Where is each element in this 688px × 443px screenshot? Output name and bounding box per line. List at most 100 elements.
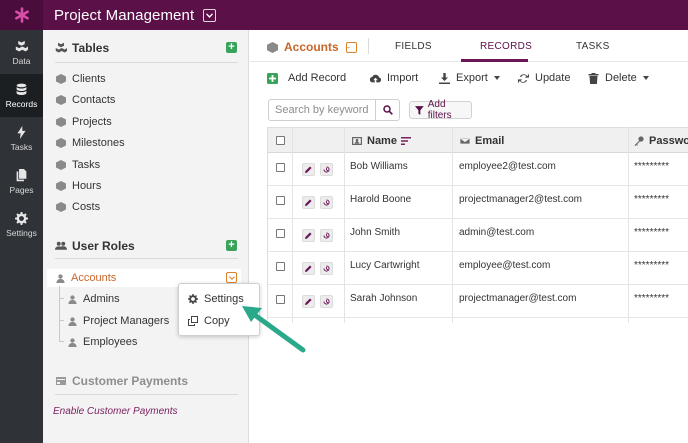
- cell-email: projectmanager2@test.com: [459, 194, 582, 205]
- edit-button[interactable]: [302, 229, 315, 242]
- history-button[interactable]: [320, 295, 333, 308]
- tab-records[interactable]: RECORDS: [480, 41, 532, 52]
- tree-line: [59, 286, 60, 342]
- history-button[interactable]: [320, 262, 333, 275]
- asterisk-icon[interactable]: [0, 0, 43, 30]
- history-button[interactable]: [320, 196, 333, 209]
- gear-icon: [188, 294, 198, 304]
- column-header-name[interactable]: Name: [352, 135, 416, 147]
- enable-customer-payments-link[interactable]: Enable Customer Payments: [53, 406, 178, 417]
- user-icon: [68, 316, 77, 326]
- role-item-accounts[interactable]: Accounts: [56, 272, 116, 284]
- cell-password: *********: [634, 260, 670, 271]
- row-checkbox[interactable]: [276, 163, 285, 172]
- cell-name: Lucy Cartwright: [350, 260, 420, 271]
- column-header-email[interactable]: Email: [460, 135, 504, 147]
- table-row[interactable]: Lucy Cartwright employee@test.com ******…: [268, 252, 688, 285]
- gear-icon: [15, 211, 28, 225]
- history-button[interactable]: [320, 229, 333, 242]
- sort-icon: [400, 137, 411, 145]
- key-icon: [634, 136, 644, 146]
- app-header: Project Management: [43, 0, 688, 30]
- row-checkbox[interactable]: [276, 229, 285, 238]
- divider: [55, 258, 238, 259]
- bolt-icon: [17, 125, 26, 139]
- role-item-project-managers[interactable]: Project Managers: [68, 315, 169, 327]
- divider: [55, 394, 238, 395]
- user-icon: [68, 294, 77, 304]
- tab-tasks[interactable]: TASKS: [576, 41, 610, 52]
- table-item-projects[interactable]: Projects: [56, 116, 112, 128]
- delete-button[interactable]: Delete: [588, 72, 649, 84]
- cube-icon: [56, 95, 66, 105]
- export-button[interactable]: Export: [439, 72, 500, 84]
- role-item-employees[interactable]: Employees: [68, 336, 137, 348]
- pencil-icon: [305, 199, 312, 206]
- tree-line: [59, 298, 64, 299]
- table-item-costs[interactable]: Costs: [56, 201, 100, 213]
- role-item-admins[interactable]: Admins: [68, 293, 120, 305]
- customer-payments-header: Customer Payments: [55, 374, 188, 388]
- search-button[interactable]: [375, 99, 400, 121]
- add-user-role-button[interactable]: +: [226, 240, 237, 251]
- update-button[interactable]: Update: [518, 72, 570, 84]
- table-row[interactable]: Sarah Johnson projectmanager@test.com **…: [268, 285, 688, 318]
- role-dropdown-button[interactable]: [226, 272, 237, 283]
- table-item-tasks[interactable]: Tasks: [56, 159, 100, 171]
- add-filters-button[interactable]: Add filters: [409, 99, 472, 121]
- row-checkbox[interactable]: [276, 262, 285, 271]
- table-item-milestones[interactable]: Milestones: [56, 137, 125, 149]
- menu-item-copy[interactable]: Copy: [188, 315, 230, 327]
- copy-icon: [188, 316, 198, 326]
- sidebar: Tables + Clients Contacts Projects Miles…: [43, 30, 249, 443]
- history-button[interactable]: [320, 163, 333, 176]
- rail-item-pages[interactable]: Pages: [0, 160, 43, 203]
- rail-item-settings[interactable]: Settings: [0, 203, 43, 246]
- table-row[interactable]: John Smith admin@test.com *********: [268, 219, 688, 252]
- table-row[interactable]: Harold Boone projectmanager2@test.com **…: [268, 186, 688, 219]
- edit-button[interactable]: [302, 196, 315, 209]
- table-row[interactable]: Bob Williams employee2@test.com ********…: [268, 153, 688, 186]
- edit-button[interactable]: [302, 163, 315, 176]
- search-icon: [382, 105, 393, 115]
- cell-name: Harold Boone: [350, 194, 412, 205]
- refresh-icon: [518, 72, 529, 84]
- trash-icon: [588, 72, 599, 84]
- column-header-password[interactable]: Password: [634, 135, 688, 147]
- rail-item-tasks[interactable]: Tasks: [0, 117, 43, 160]
- table-item-clients[interactable]: Clients: [56, 73, 106, 85]
- caret-down-icon: [642, 76, 649, 80]
- tree-line: [59, 320, 64, 321]
- edit-button[interactable]: [302, 262, 315, 275]
- tab-fields[interactable]: FIELDS: [395, 41, 432, 52]
- row-checkbox[interactable]: [276, 196, 285, 205]
- chevron-down-icon: [346, 46, 350, 48]
- users-icon: [55, 241, 67, 250]
- envelope-icon: [460, 137, 470, 145]
- cell-email: employee2@test.com: [459, 161, 556, 172]
- search-input[interactable]: Search by keyword: [268, 99, 376, 121]
- cell-name: John Smith: [350, 227, 401, 238]
- rail-item-data[interactable]: Data: [0, 31, 43, 74]
- add-table-button[interactable]: +: [226, 42, 237, 53]
- table-header-row: Name Email Password: [268, 127, 688, 153]
- select-all-checkbox[interactable]: [276, 136, 285, 145]
- cube-icon: [267, 41, 278, 53]
- import-button[interactable]: Import: [370, 72, 418, 84]
- add-record-button[interactable]: Add Record: [267, 72, 346, 84]
- cell-name: Bob Williams: [350, 161, 408, 172]
- pencil-icon: [305, 166, 312, 173]
- download-icon: [439, 72, 450, 84]
- table-item-hours[interactable]: Hours: [56, 180, 101, 192]
- app-dropdown-button[interactable]: [203, 8, 217, 22]
- cubes-icon: [55, 42, 67, 53]
- table-item-contacts[interactable]: Contacts: [56, 94, 115, 106]
- filter-icon: [415, 105, 424, 115]
- object-title[interactable]: Accounts: [267, 40, 357, 54]
- pencil-icon: [305, 265, 312, 272]
- active-tab-indicator: [461, 59, 528, 62]
- object-dropdown-button[interactable]: [345, 41, 357, 53]
- rail-item-records[interactable]: Records: [0, 74, 43, 117]
- divider: [368, 38, 369, 54]
- id-card-icon: [352, 137, 362, 145]
